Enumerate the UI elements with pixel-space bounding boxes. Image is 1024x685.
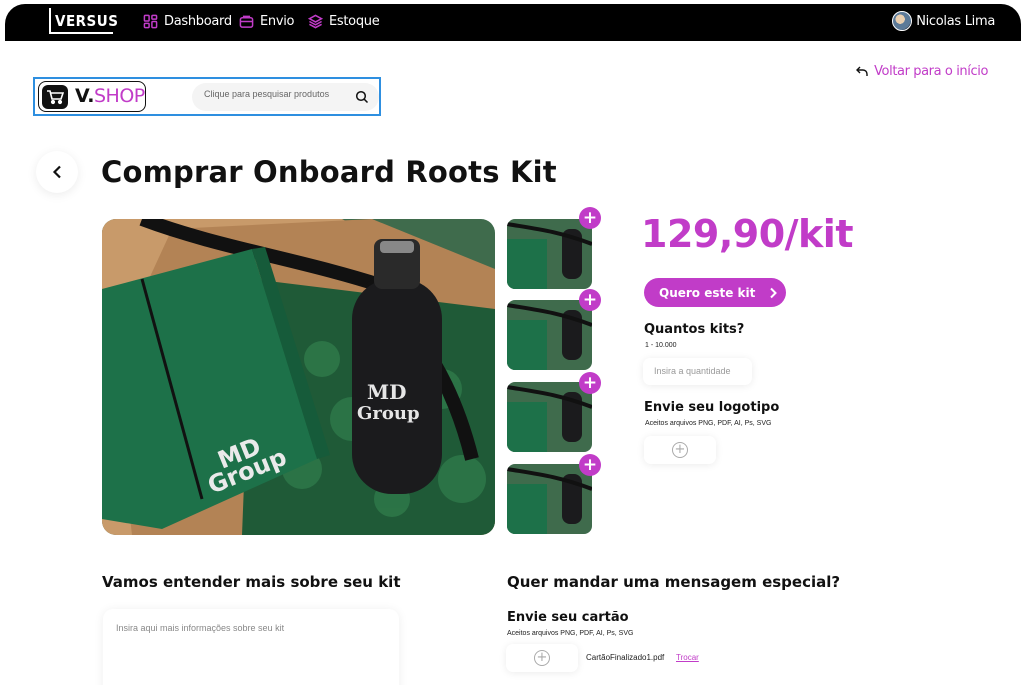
- chevron-left-icon: [52, 165, 61, 179]
- product-thumbnail[interactable]: [507, 219, 592, 289]
- search-bar: [192, 83, 379, 111]
- buy-kit-label: Quero este kit: [659, 285, 756, 300]
- page-title: Comprar Onboard Roots Kit: [101, 155, 557, 189]
- product-price: 129,90/kit: [641, 212, 853, 256]
- card-upload-button[interactable]: +: [506, 644, 578, 672]
- avatar: [892, 11, 913, 31]
- chevron-right-icon: [770, 287, 778, 298]
- search-input[interactable]: [204, 89, 349, 99]
- product-thumbnail[interactable]: [507, 382, 592, 452]
- kit-info-title: Vamos entender mais sobre seu kit: [102, 573, 401, 591]
- add-circle-icon: +: [672, 442, 688, 458]
- product-main-image[interactable]: MD Group MD Group: [102, 219, 495, 535]
- user-name: Nicolas Lima: [916, 13, 995, 29]
- add-thumbnail-plus-icon[interactable]: +: [579, 289, 601, 311]
- quantity-field: [643, 358, 752, 385]
- add-thumbnail-plus-icon[interactable]: +: [579, 372, 601, 394]
- nav-label-dashboard: Dashboard: [164, 14, 232, 29]
- card-upload-title: Envie seu cartão: [507, 610, 629, 625]
- nav-item-dashboard[interactable]: Dashboard: [143, 14, 232, 29]
- buy-kit-button[interactable]: Quero este kit: [644, 278, 786, 307]
- add-thumbnail-plus-icon[interactable]: +: [579, 207, 601, 229]
- back-to-home-label: Voltar para o início: [874, 64, 988, 79]
- back-to-home-link[interactable]: Voltar para o início: [856, 64, 988, 79]
- logo-upload-button[interactable]: +: [644, 436, 716, 464]
- dashboard-icon: [143, 14, 158, 29]
- shop-logo-v: V.: [75, 85, 95, 107]
- quantity-input[interactable]: [654, 366, 746, 376]
- nav-label-estoque: Estoque: [329, 14, 380, 29]
- package-icon: [239, 15, 254, 28]
- replace-file-link[interactable]: Trocar: [676, 653, 699, 662]
- back-button[interactable]: [36, 151, 78, 193]
- message-title: Quer mandar uma mensagem especial?: [507, 573, 841, 591]
- card-formats: Aceitos arquivos PNG, PDF, AI, Ps, SVG: [507, 630, 634, 637]
- shop-logo-text: SHOP: [94, 85, 145, 107]
- cart-icon: [42, 85, 68, 109]
- kit-info-field: [103, 609, 399, 685]
- add-thumbnail-plus-icon[interactable]: +: [579, 454, 601, 476]
- nav-item-envio[interactable]: Envio: [239, 14, 295, 29]
- bottle-brand-mark: MD: [367, 380, 406, 404]
- add-circle-icon: +: [534, 650, 550, 666]
- logo-formats: Aceitos arquivos PNG, PDF, AI, Ps, SVG: [645, 420, 772, 427]
- stack-icon: [308, 14, 323, 29]
- bottle-brand-mark-2: Group: [357, 403, 420, 424]
- quantity-range: 1 - 10.000: [645, 342, 677, 349]
- nav-label-envio: Envio: [260, 14, 295, 29]
- product-thumbnail[interactable]: [507, 300, 592, 370]
- uploaded-file-name: CartãoFinalizado1.pdf: [586, 653, 665, 662]
- brand-text: VERSUS: [55, 12, 119, 30]
- quantity-title: Quantos kits?: [644, 322, 745, 337]
- product-thumbnail[interactable]: [507, 464, 592, 534]
- shop-header: V. SHOP: [33, 77, 381, 116]
- logo-upload-title: Envie seu logotipo: [644, 400, 780, 415]
- kit-info-textarea[interactable]: [116, 623, 386, 683]
- top-navbar: VERSUS Dashboard Envio Estoque Nicolas L…: [5, 4, 1021, 41]
- return-arrow-icon: [856, 66, 868, 76]
- nav-item-estoque[interactable]: Estoque: [308, 14, 380, 29]
- brand-logo[interactable]: VERSUS: [49, 8, 118, 34]
- search-icon[interactable]: [355, 90, 369, 104]
- shop-logo[interactable]: V. SHOP: [38, 81, 146, 112]
- user-menu[interactable]: Nicolas Lima: [892, 11, 995, 31]
